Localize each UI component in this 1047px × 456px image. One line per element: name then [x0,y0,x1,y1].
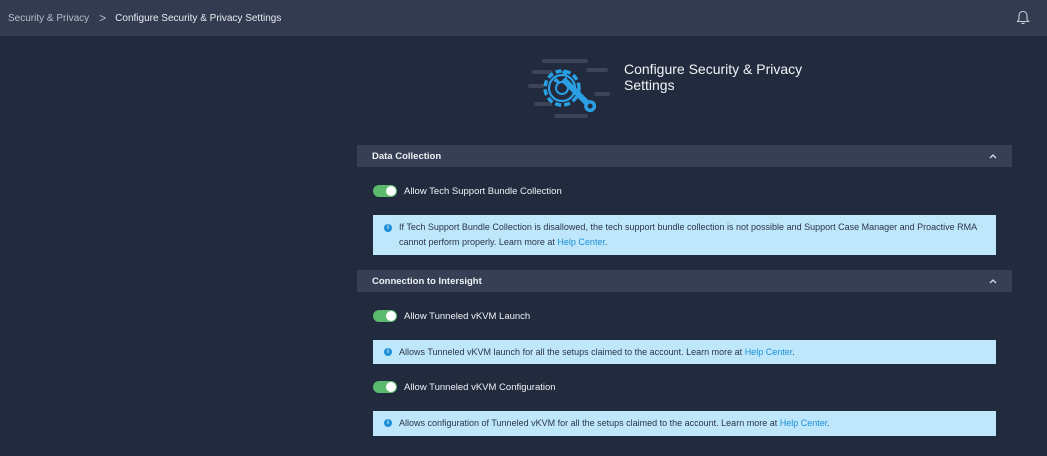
bell-icon[interactable] [1016,10,1030,25]
toggle-row-vkvm-launch: Allow Tunneled vKVM Launch [373,309,530,323]
chevron-up-icon[interactable] [988,277,998,285]
section-header-connection-to-intersight[interactable]: Connection to Intersight [357,270,1012,292]
info-text: Allows configuration of Tunneled vKVM fo… [399,418,780,428]
tech-support-bundle-toggle[interactable] [373,185,397,197]
help-center-link[interactable]: Help Center [745,347,793,357]
toggle-label: Allow Tech Support Bundle Collection [404,185,562,197]
breadcrumb-current: Configure Security & Privacy Settings [115,12,282,24]
toggle-row-vkvm-configuration: Allow Tunneled vKVM Configuration [373,380,556,394]
info-suffix: . [792,347,795,357]
info-suffix: . [827,418,830,428]
breadcrumb-security-privacy[interactable]: Security & Privacy [8,13,89,24]
tunneled-vkvm-launch-toggle[interactable] [373,310,397,322]
tunneled-vkvm-configuration-toggle[interactable] [373,381,397,393]
breadcrumb-separator: > [99,11,107,25]
toggle-label: Allow Tunneled vKVM Launch [404,310,531,322]
chevron-up-icon[interactable] [988,152,998,160]
gear-wrench-icon [528,59,610,118]
info-box-tech-support: i If Tech Support Bundle Collection is d… [373,215,996,255]
info-icon: i [384,224,392,232]
info-text: If Tech Support Bundle Collection is dis… [399,222,977,247]
page-title: Configure Security & Privacy Settings [624,61,803,93]
info-box-vkvm-configuration: i Allows configuration of Tunneled vKVM … [373,411,996,436]
top-bar: Security & Privacy > Configure Security … [0,0,1047,36]
toggle-row-tech-support: Allow Tech Support Bundle Collection [373,184,562,198]
info-icon: i [384,348,392,356]
toggle-label: Allow Tunneled vKVM Configuration [404,381,556,393]
info-text: Allows Tunneled vKVM launch for all the … [399,347,745,357]
section-title: Data Collection [372,150,442,162]
section-header-data-collection[interactable]: Data Collection [357,145,1012,167]
info-box-vkvm-launch: i Allows Tunneled vKVM launch for all th… [373,340,996,364]
help-center-link[interactable]: Help Center [780,418,828,428]
info-suffix: . [604,237,608,247]
help-center-link[interactable]: Help Center [557,237,605,247]
section-title: Connection to Intersight [372,275,482,287]
info-icon: i [384,419,392,427]
